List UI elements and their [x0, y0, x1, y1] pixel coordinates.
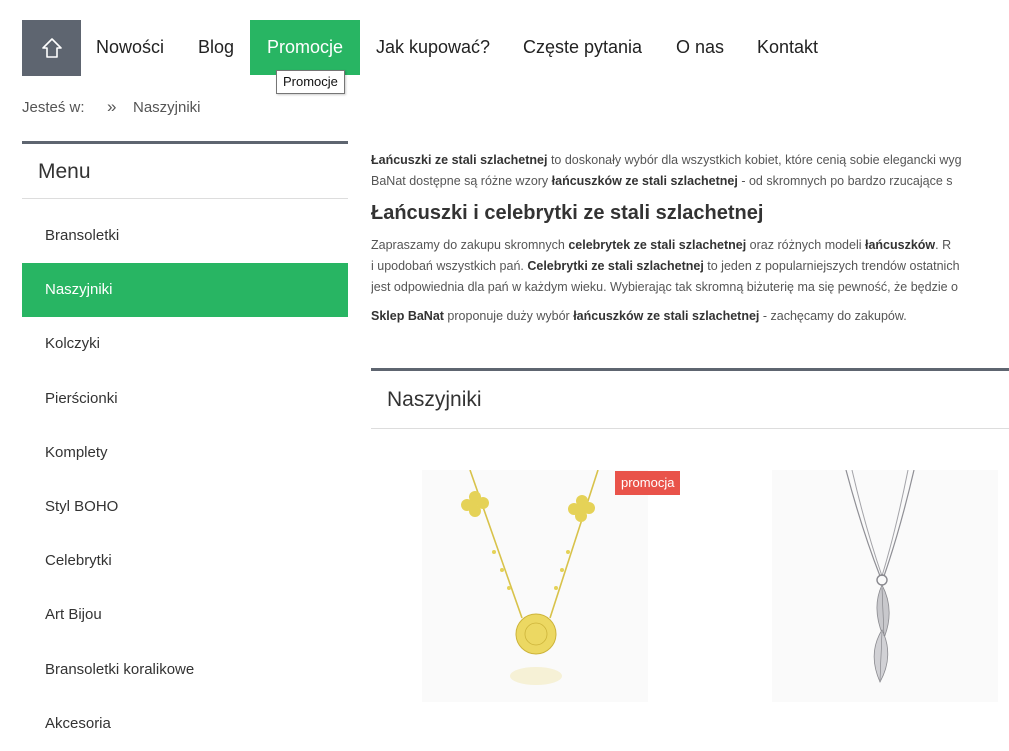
nav-item-nowosci[interactable]: Nowości	[96, 20, 164, 75]
sidebar-item-kolczyki[interactable]: Kolczyki	[22, 317, 348, 371]
content-heading: Łańcuszki i celebrytki ze stali szlachet…	[371, 202, 764, 224]
body-paragraph-line2: i upodobań wszystkich pań. Celebrytki ze…	[371, 256, 1009, 277]
products-section: Naszyjniki	[371, 368, 1009, 429]
paragraph-text: Zapraszamy do zakupu skromnych	[371, 238, 569, 252]
sidebar-item-bransoletki-koralikowe[interactable]: Bransoletki koralikowe	[22, 643, 348, 697]
body-paragraph-line3: jest odpowiednia dla pań w każdym wieku.…	[371, 277, 1009, 298]
home-icon	[41, 38, 62, 58]
breadcrumb-current[interactable]: Naszyjniki	[133, 99, 201, 116]
bold-text: Sklep BaNat	[371, 309, 444, 323]
bold-text: łańcuszków ze stali szlachetnej	[551, 174, 738, 188]
bold-text: Łańcuszki ze stali szlachetnej	[371, 153, 548, 167]
product-card-feather-necklace[interactable]	[772, 469, 998, 702]
sidebar-item-art-bijou[interactable]: Art Bijou	[22, 588, 348, 642]
paragraph-text: oraz różnych modeli	[746, 238, 865, 252]
breadcrumb-prefix: Jesteś w:	[22, 99, 85, 116]
category-description: Łańcuszki ze stali szlachetnej to doskon…	[371, 150, 1009, 327]
breadcrumb-separator: »	[107, 97, 117, 116]
paragraph-text: - od skromnych po bardzo rzucające s	[737, 174, 953, 188]
paragraph-text: to jeden z popularniejszych trendów osta…	[703, 259, 960, 273]
section-title: Naszyjniki	[371, 371, 1009, 429]
paragraph-text: to doskonały wybór dla wszystkich kobiet…	[547, 153, 962, 167]
sidebar-item-styl-boho[interactable]: Styl BOHO	[22, 480, 348, 534]
nav-item-o-nas[interactable]: O nas	[676, 20, 724, 75]
sidebar: Menu Bransoletki Naszyjniki Kolczyki Pie…	[22, 141, 348, 751]
home-button[interactable]	[22, 20, 81, 76]
intro-paragraph: Łańcuszki ze stali szlachetnej to doskon…	[371, 150, 1009, 171]
shop-paragraph: Sklep BaNat proponuje duży wybór łańcusz…	[371, 306, 1009, 327]
paragraph-text: BaNat dostępne są różne wzory	[371, 174, 552, 188]
paragraph-text: - zachęcamy do zakupów.	[759, 309, 907, 323]
body-paragraph: Zapraszamy do zakupu skromnych celebryte…	[371, 235, 1009, 256]
sidebar-item-komplety[interactable]: Komplety	[22, 426, 348, 480]
nav-item-kontakt[interactable]: Kontakt	[757, 20, 818, 75]
sidebar-item-pierscionki[interactable]: Pierścionki	[22, 372, 348, 426]
sidebar-item-bransoletki[interactable]: Bransoletki	[22, 209, 348, 263]
bold-text: Celebrytki ze stali szlachetnej	[527, 259, 704, 273]
paragraph-text: jest odpowiednia dla pań w każdym wieku.…	[371, 280, 958, 294]
nav-item-jak-kupowac[interactable]: Jak kupować?	[376, 20, 490, 75]
paragraph-text: . R	[935, 238, 952, 252]
paragraph-text: i upodobań wszystkich pań.	[371, 259, 528, 273]
sidebar-item-akcesoria[interactable]: Akcesoria	[22, 697, 348, 751]
sidebar-item-naszyjniki[interactable]: Naszyjniki	[22, 263, 348, 318]
nav-item-czeste-pytania[interactable]: Częste pytania	[523, 20, 642, 75]
sidebar-item-celebrytki[interactable]: Celebrytki	[22, 534, 348, 588]
tooltip: Promocje	[276, 70, 345, 94]
sidebar-menu: Bransoletki Naszyjniki Kolczyki Pierścio…	[22, 209, 348, 751]
promo-badge: promocja	[615, 471, 681, 495]
bold-text: łańcuszków ze stali szlachetnej	[573, 309, 760, 323]
intro-paragraph-line2: BaNat dostępne są różne wzory łańcuszków…	[371, 171, 1009, 192]
product-card-gold-necklace[interactable]	[422, 469, 648, 702]
nav-item-blog[interactable]: Blog	[198, 20, 234, 75]
paragraph-text: proponuje duży wybór	[443, 309, 574, 323]
main-nav: Nowości Blog Promocje Jak kupować? Częst…	[0, 0, 1009, 96]
bold-text: celebrytek ze stali szlachetnej	[568, 238, 747, 252]
silver-feather-necklace-image	[845, 469, 915, 683]
bold-text: łańcuszków	[865, 238, 936, 252]
nav-item-promocje[interactable]: Promocje	[250, 20, 361, 75]
sidebar-title: Menu	[22, 144, 348, 199]
gold-necklace-image	[461, 469, 599, 685]
